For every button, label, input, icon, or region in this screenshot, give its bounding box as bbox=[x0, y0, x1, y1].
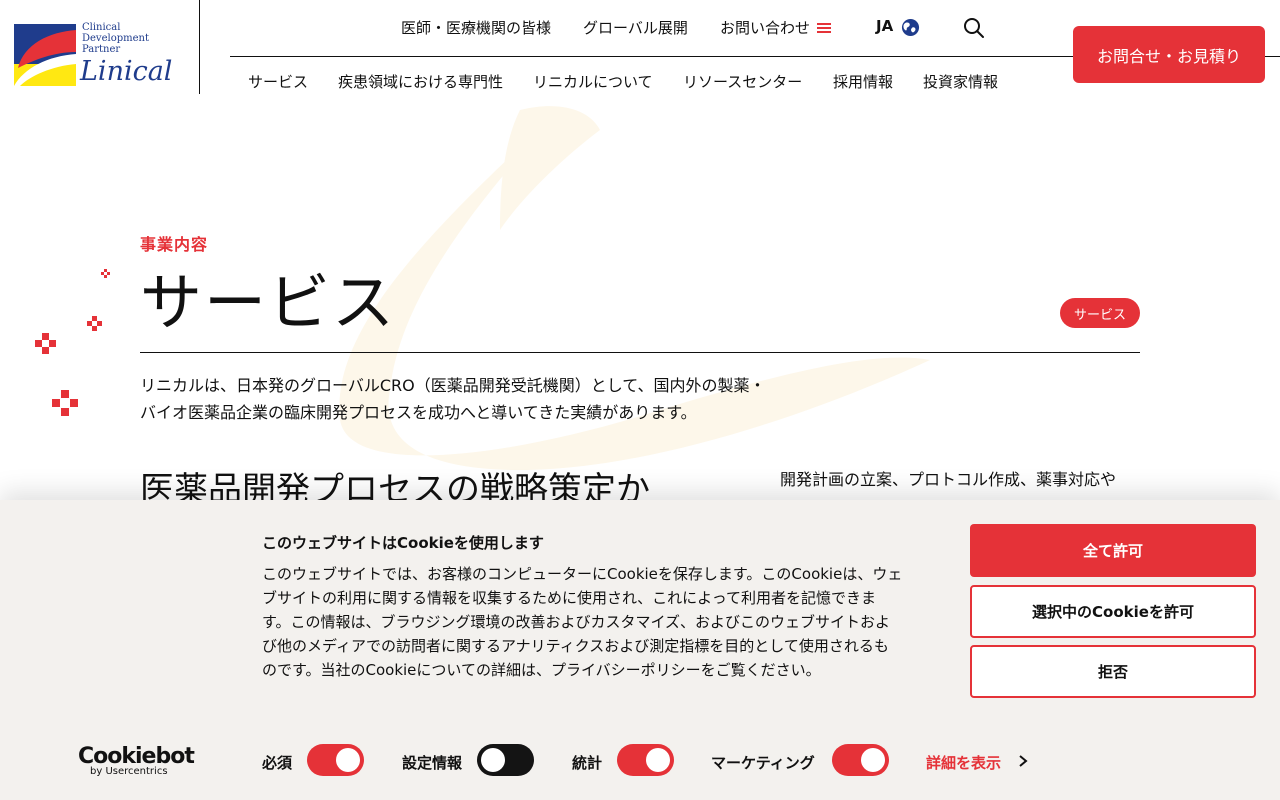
linical-logo[interactable]: Clinical Development Partner Linical bbox=[14, 22, 184, 88]
linical-logo-mark-icon bbox=[14, 24, 76, 86]
header-divider-vertical bbox=[199, 0, 200, 94]
cookie-banner: このウェブサイトはCookieを使用します このウェブサイトでは、お客様のコンピ… bbox=[0, 500, 1280, 800]
nav-therapeutic-expertise[interactable]: 疾患領域における専門性 bbox=[338, 71, 503, 92]
toggle-statistics[interactable] bbox=[617, 744, 674, 776]
allow-all-button[interactable]: 全て許可 bbox=[970, 524, 1256, 577]
nav-careers[interactable]: 採用情報 bbox=[833, 71, 893, 92]
intro-text: リニカルは、日本発のグローバルCRO（医薬品開発受託機関）として、国内外の製薬・… bbox=[140, 376, 766, 422]
contact-menu-icon[interactable] bbox=[817, 23, 831, 33]
section-text: 開発計画の立案、プロトコル作成、薬事対応や bbox=[780, 470, 1117, 489]
nav-contact[interactable]: お問い合わせ bbox=[720, 17, 810, 38]
cookie-description: このウェブサイトでは、お客様のコンピューターにCookieを保存します。このCo… bbox=[262, 565, 903, 679]
cookiebot-logo[interactable]: Cookiebot by Usercentrics bbox=[78, 744, 195, 777]
sparkle-icon bbox=[35, 333, 56, 354]
chevron-right-icon[interactable] bbox=[1017, 754, 1029, 768]
sparkle-icon bbox=[87, 316, 102, 331]
nav-doctors[interactable]: 医師・医療機関の皆様 bbox=[401, 17, 551, 38]
nav-services[interactable]: サービス bbox=[248, 71, 308, 92]
toggle-knob bbox=[861, 748, 885, 772]
breadcrumb-pill[interactable]: サービス bbox=[1060, 298, 1140, 328]
nav-global[interactable]: グローバル展開 bbox=[583, 17, 688, 38]
cookie-title: このウェブサイトはCookieを使用します bbox=[262, 534, 544, 552]
toggle-label-marketing: マーケティング bbox=[711, 754, 815, 772]
show-details-link[interactable]: 詳細を表示 bbox=[926, 752, 1001, 773]
nav-about[interactable]: リニカルについて bbox=[533, 71, 653, 92]
nav-resource-center[interactable]: リソースセンター bbox=[683, 71, 802, 92]
toggle-knob bbox=[481, 748, 505, 772]
contact-quote-button[interactable]: お問合せ・お見積り bbox=[1073, 26, 1265, 83]
toggle-label-statistics: 統計 bbox=[572, 754, 603, 772]
logo-wordmark: Linical bbox=[80, 56, 173, 87]
toggle-knob bbox=[646, 748, 670, 772]
page-title: サービス bbox=[140, 266, 397, 339]
search-icon[interactable] bbox=[963, 17, 985, 39]
hero-divider bbox=[140, 352, 1140, 353]
sparkle-icon bbox=[101, 269, 110, 278]
toggle-label-necessary: 必須 bbox=[262, 754, 293, 772]
sparkle-icon bbox=[52, 390, 78, 416]
toggle-label-preferences: 設定情報 bbox=[402, 754, 463, 772]
deny-button[interactable]: 拒否 bbox=[970, 645, 1256, 698]
logo-tagline: Clinical Development Partner bbox=[82, 22, 149, 55]
toggle-knob bbox=[336, 748, 360, 772]
language-selector[interactable]: JA bbox=[876, 17, 893, 35]
globe-icon[interactable] bbox=[901, 18, 920, 37]
toggle-necessary[interactable] bbox=[307, 744, 364, 776]
allow-selected-button[interactable]: 選択中のCookieを許可 bbox=[970, 585, 1256, 638]
toggle-preferences[interactable] bbox=[477, 744, 534, 776]
nav-investors[interactable]: 投資家情報 bbox=[923, 71, 998, 92]
toggle-marketing[interactable] bbox=[832, 744, 889, 776]
